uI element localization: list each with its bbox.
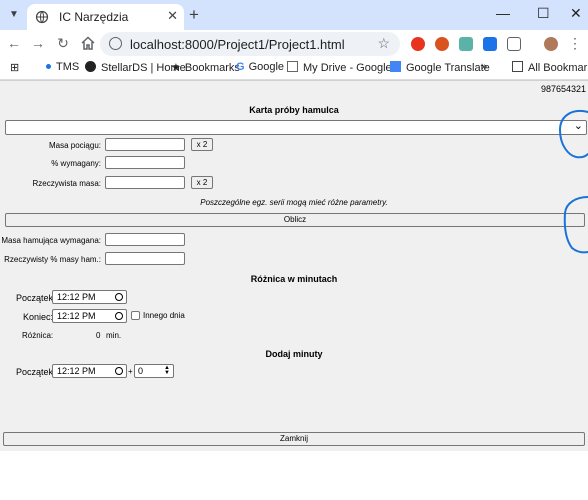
globe-icon: [35, 10, 49, 24]
maximize-icon[interactable]: ☐: [537, 5, 550, 22]
masa-pociagu-input[interactable]: [105, 138, 185, 151]
masa-hamujaca-input[interactable]: [105, 233, 185, 246]
bookmark-my-drive[interactable]: My Drive - Google...: [287, 61, 401, 74]
wymagany-label: % wymagany:: [51, 159, 101, 168]
roznica-value: 0: [96, 331, 101, 340]
apps-icon[interactable]: ⊞: [10, 61, 19, 74]
dot-icon: [46, 64, 51, 69]
bookmark-star-icon[interactable]: ☆: [377, 35, 390, 52]
end-time-input[interactable]: 12:12 PM: [52, 309, 127, 323]
page-content: 987654321 Karta próby hamulca ⌄ Masa poc…: [0, 80, 588, 451]
zamknij-button[interactable]: Zamknij: [3, 432, 585, 446]
dodaj-time-input[interactable]: 12:12 PM: [52, 364, 127, 378]
reload-icon[interactable]: ↻: [54, 34, 72, 52]
clock-icon[interactable]: [115, 293, 123, 301]
dodaj-time-value: 12:12 PM: [57, 366, 96, 376]
roznica-unit: min.: [106, 331, 122, 340]
bookmark-bookmarks[interactable]: ★ Bookmarks: [171, 61, 240, 74]
minutes-value: 0: [138, 366, 144, 376]
roznica-label: Różnica:: [22, 331, 54, 340]
wymagany-input[interactable]: [105, 156, 185, 169]
extension-icon[interactable]: [459, 37, 473, 51]
bookmark-tms[interactable]: TMS: [46, 61, 79, 73]
masa-hamujaca-label: Masa hamująca wymagana:: [1, 236, 101, 245]
masa-pociagu-label: Masa pociągu:: [48, 141, 101, 150]
dodaj-section-title: Dodaj minuty: [265, 349, 323, 359]
poczatek-label: Początek:: [16, 293, 56, 303]
browser-toolbar: ← → ↻ localhost:8000/Project1/Project1.h…: [0, 30, 588, 58]
all-bookmarks[interactable]: All Bookmarks: [512, 61, 588, 74]
minimize-icon[interactable]: —: [496, 5, 510, 21]
innego-dnia-label[interactable]: Innego dnia: [143, 311, 185, 320]
extension-icon[interactable]: [483, 37, 497, 51]
innego-dnia-checkbox[interactable]: [131, 311, 140, 320]
minutes-spinner[interactable]: 0 ▲ ▼: [134, 364, 174, 378]
browser-tab[interactable]: IC Narzędzia ✕: [27, 4, 184, 30]
series-note: Poszczególne egz. serii mogą mieć różne …: [200, 198, 388, 207]
tab-title: IC Narzędzia: [59, 10, 129, 24]
end-time-value: 12:12 PM: [57, 311, 96, 321]
clock-icon[interactable]: [115, 312, 123, 320]
site-info-icon[interactable]: [109, 37, 122, 50]
close-tab-icon[interactable]: ✕: [167, 8, 178, 24]
rzeczywisty-procent-input[interactable]: [105, 252, 185, 265]
bookmark-google-translate[interactable]: Google Translate: [390, 61, 490, 74]
koniec-label: Koniec:: [23, 312, 54, 322]
folder-icon: [512, 61, 523, 72]
bookmark-google[interactable]: G Google: [236, 61, 284, 73]
stellards-icon: [85, 61, 96, 72]
back-icon[interactable]: ←: [5, 34, 23, 52]
window-close-icon[interactable]: ✕: [570, 5, 582, 22]
star-icon: ★: [171, 62, 181, 74]
start-time-value: 12:12 PM: [57, 292, 96, 302]
home-icon[interactable]: [79, 34, 97, 52]
drive-icon: [287, 61, 298, 72]
bookmarks-bar: ⊞ TMS StellarDS | Home ★ Bookmarks G Googl…: [0, 58, 588, 80]
rzeczywista-masa-input[interactable]: [105, 176, 185, 189]
bookmarks-overflow-icon[interactable]: »: [481, 61, 487, 73]
start-time-input[interactable]: 12:12 PM: [52, 290, 127, 304]
address-bar[interactable]: localhost:8000/Project1/Project1.html ☆: [100, 32, 400, 56]
tab-search-icon[interactable]: ▼: [4, 5, 24, 25]
dodaj-poczatek-label: Początek:: [16, 367, 56, 377]
page-id: 987654321: [540, 84, 586, 94]
url-text: localhost:8000/Project1/Project1.html: [130, 37, 345, 52]
forward-icon[interactable]: →: [29, 34, 47, 52]
opera-extension-icon[interactable]: [411, 37, 425, 51]
translate-icon: [390, 61, 401, 72]
google-icon: G: [236, 61, 245, 73]
clock-icon[interactable]: [115, 367, 123, 375]
new-tab-icon[interactable]: +: [189, 5, 199, 25]
train-select[interactable]: ⌄: [5, 120, 587, 135]
form-title: Karta próby hamulca: [249, 105, 339, 115]
spinner-arrows-icon[interactable]: ▲ ▼: [164, 365, 170, 376]
rzeczywista-masa-label: Rzeczywista masa:: [32, 179, 101, 188]
avatar[interactable]: [544, 37, 558, 51]
roznica-section-title: Różnica w minutach: [250, 274, 338, 284]
plus-sign: +: [128, 367, 133, 376]
extension-icon[interactable]: [435, 37, 449, 51]
masa-x2-button[interactable]: x 2: [191, 138, 213, 151]
extensions-puzzle-icon[interactable]: [507, 37, 521, 51]
rzeczywisty-procent-label: Rzeczywisty % masy ham.:: [4, 255, 101, 264]
more-menu-icon[interactable]: ⋮: [566, 34, 584, 52]
oblicz-button[interactable]: Oblicz: [5, 213, 585, 227]
chevron-down-icon: ⌄: [573, 120, 583, 132]
tab-strip: ▼ IC Narzędzia ✕ + — ☐ ✕: [0, 0, 588, 30]
rzeczywista-x2-button[interactable]: x 2: [191, 176, 213, 189]
